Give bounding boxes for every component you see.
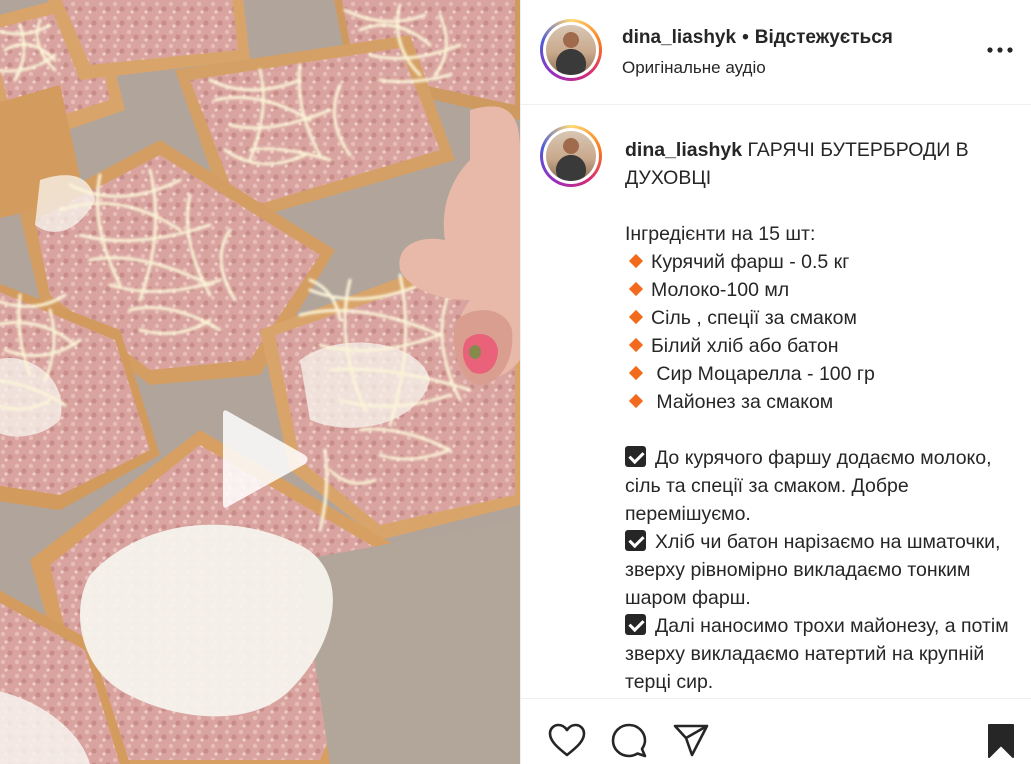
follow-status-button[interactable]: Відстежується — [755, 27, 893, 48]
post-header-text: dina_liashyk • Відстежується Оригінальне а… — [622, 27, 893, 78]
username-link[interactable]: dina_liashyk — [622, 27, 736, 48]
audio-link[interactable]: Оригінальне аудіо — [622, 58, 893, 78]
diamond-bullet-icon — [628, 281, 644, 297]
ingredient-item: Білий хліб або батон — [625, 332, 1020, 360]
separator-dot: • — [742, 27, 749, 48]
ingredient-item: Молоко-100 мл — [625, 276, 1020, 304]
avatar[interactable] — [540, 19, 602, 81]
ingredient-item: Курячий фарш - 0.5 кг — [625, 248, 1020, 276]
food-photo — [0, 0, 520, 764]
step-item: До курячого фаршу додаємо молоко, сіль т… — [625, 446, 992, 525]
post-media-video[interactable] — [0, 0, 520, 764]
more-options-button[interactable] — [986, 38, 1014, 62]
post-side-panel: dina_liashyk • Відстежується Оригінальне а… — [520, 0, 1031, 764]
send-icon — [673, 724, 709, 757]
post-header: dina_liashyk • Відстежується Оригінальне а… — [521, 0, 1031, 105]
checkbox-icon — [625, 530, 646, 551]
diamond-bullet-icon — [628, 337, 644, 353]
bookmark-icon — [988, 724, 1014, 758]
ingredient-item: Сіль , спеції за смаком — [625, 304, 1020, 332]
share-button[interactable] — [671, 721, 711, 761]
diamond-bullet-icon — [628, 393, 644, 409]
comment-button[interactable] — [609, 721, 649, 761]
comment-icon — [611, 723, 647, 758]
caption-scroll-area[interactable]: dina_liashyk ГАРЯЧІ БУТЕРБРОДИ В ДУХОВЦІ… — [521, 106, 1031, 698]
play-icon — [223, 410, 308, 508]
diamond-bullet-icon — [628, 365, 644, 381]
ingredients-heading: Інгредієнти на 15 шт: — [625, 223, 816, 245]
caption-text: dina_liashyk ГАРЯЧІ БУТЕРБРОДИ В ДУХОВЦІ… — [625, 136, 1020, 696]
save-button[interactable] — [981, 721, 1021, 761]
post-actions-bar — [521, 698, 1031, 764]
like-button[interactable] — [547, 721, 587, 761]
caption-avatar[interactable] — [540, 125, 602, 187]
caption-username-link[interactable]: dina_liashyk — [625, 139, 742, 161]
step-item: Хліб чи батон нарізаємо на шматочки, зве… — [625, 530, 1001, 609]
play-button[interactable] — [211, 409, 311, 509]
ingredient-item: Сир Моцарелла - 100 гр — [625, 360, 1020, 388]
heart-icon — [548, 723, 586, 757]
diamond-bullet-icon — [628, 253, 644, 269]
step-item: Далі наносимо трохи майонезу, а потім зв… — [625, 614, 1009, 693]
diamond-bullet-icon — [628, 309, 644, 325]
ingredient-item: Майонез за смаком — [625, 388, 1020, 416]
checkbox-icon — [625, 614, 646, 635]
checkbox-icon — [625, 446, 646, 467]
more-horizontal-icon — [987, 47, 1013, 53]
